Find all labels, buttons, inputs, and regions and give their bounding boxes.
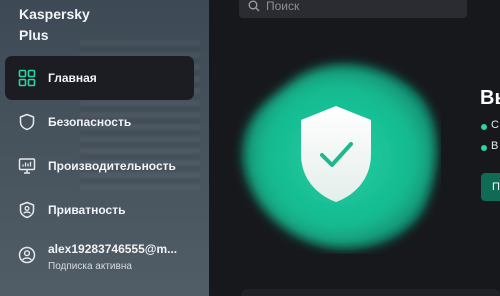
- brand-line-1: Kaspersky: [19, 6, 90, 22]
- main-panel: Вы С В П: [209, 0, 500, 296]
- search-box[interactable]: [239, 0, 467, 18]
- bottom-card: [241, 289, 500, 296]
- sidebar-item-label: Главная: [48, 71, 97, 85]
- app-window: Kaspersky Plus Главная Безопасность Прои…: [0, 0, 500, 296]
- user-icon: [18, 246, 36, 264]
- shield-icon: [19, 113, 35, 131]
- sidebar-item-label: Безопасность: [48, 115, 132, 129]
- sidebar-item-label: Производительность: [48, 159, 176, 173]
- dashboard-icon: [18, 69, 36, 87]
- sidebar-item-security[interactable]: Безопасность: [5, 100, 194, 144]
- brand-title: Kaspersky Plus: [19, 4, 139, 46]
- status-heading: Вы: [480, 87, 500, 109]
- sidebar-item-performance[interactable]: Производительность: [5, 144, 194, 188]
- bullet-dot: [481, 124, 487, 130]
- search-input[interactable]: [266, 0, 456, 18]
- brand-line-2: Plus: [19, 27, 49, 43]
- sidebar-item-privacy[interactable]: Приватность: [5, 188, 194, 232]
- monitor-icon: [18, 158, 36, 174]
- search-icon: [248, 0, 260, 12]
- sidebar-item-account[interactable]: alex19283746555@m... Подписка активна: [5, 232, 194, 278]
- subscription-status: Подписка активна: [48, 261, 132, 272]
- privacy-shield-icon: [19, 201, 35, 219]
- sidebar-item-label: Приватность: [48, 203, 126, 217]
- primary-action-button[interactable]: П: [481, 173, 500, 201]
- status-bullet-text: С: [491, 119, 499, 131]
- bullet-dot: [481, 145, 487, 151]
- protection-status-illustration: [242, 64, 437, 249]
- account-email: alex19283746555@m...: [48, 242, 178, 256]
- sidebar-item-home[interactable]: Главная: [5, 56, 194, 100]
- status-bullet-text: В: [491, 140, 499, 152]
- sidebar: Kaspersky Plus Главная Безопасность Прои…: [0, 0, 209, 296]
